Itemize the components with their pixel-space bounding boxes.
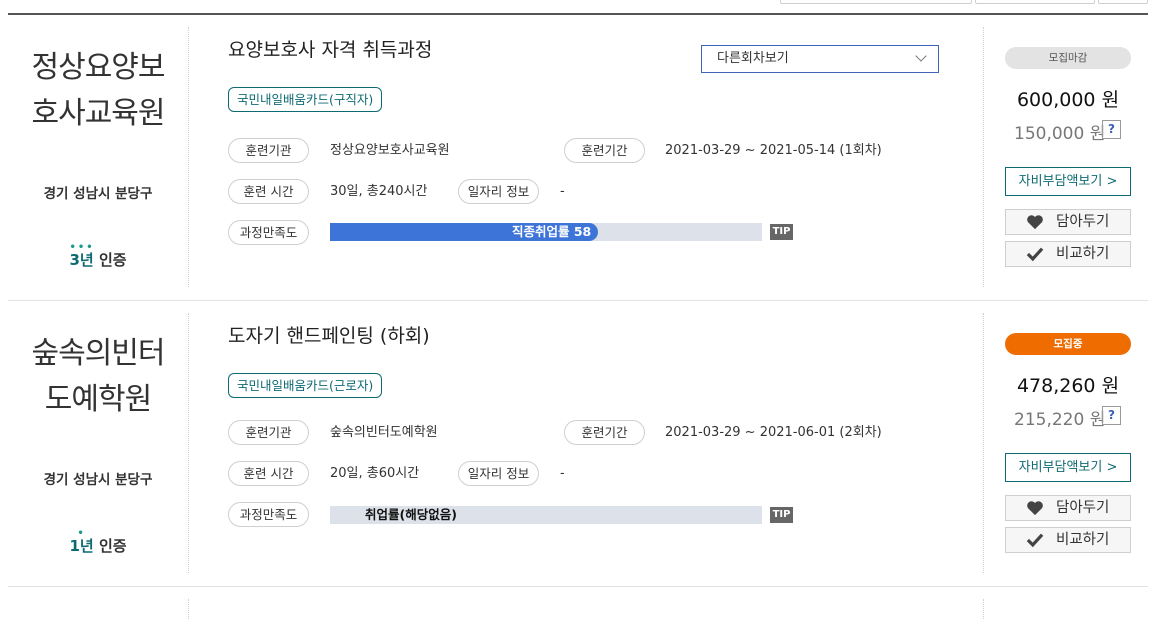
institution-name-line: 호사교육원: [31, 96, 166, 131]
satisfaction-label: 과정만족도: [228, 220, 309, 245]
training-time-label: 훈련 시간: [228, 179, 309, 204]
employment-rate-bar: 직종취업률 58: [330, 223, 762, 241]
top-control-box-2[interactable]: [975, 0, 1095, 4]
course-price: 600,000 원: [1016, 89, 1120, 111]
job-info-label[interactable]: 일자리 정보: [458, 179, 539, 204]
training-period-value: 2021-03-29 ~ 2021-05-14 (1회차): [665, 143, 882, 158]
chevron-down-icon: [915, 50, 927, 62]
job-info-value: -: [560, 466, 565, 481]
cert-dots-icon: •: [77, 528, 86, 539]
compare-button-label: 비교하기: [1056, 246, 1110, 262]
price-help-icon[interactable]: ?: [1102, 406, 1121, 425]
recruit-status-badge: 모집마감: [1005, 47, 1131, 69]
cert-dots-icon: •••: [69, 242, 95, 253]
top-control-box-3[interactable]: [1098, 0, 1148, 4]
institution-name-line: 도예학원: [44, 382, 152, 417]
course-side: 모집중 478,260 원 215,220 원 ? 자비부담액보기 > 담아두기…: [983, 313, 1149, 573]
cert-label: 인증: [98, 251, 127, 269]
course-price: 478,260 원: [1016, 375, 1120, 397]
institution-column: 숲속의빈터 도예학원 경기 성남시 분당구 • 1년 인증: [8, 313, 189, 573]
certification-badge: ••• 3년 인증: [8, 243, 188, 270]
course-side: [983, 599, 1149, 619]
training-period-label: 훈련기간: [564, 138, 645, 163]
training-time-value: 20일, 총60시간: [330, 466, 420, 481]
institution-region: 경기 성남시 분당구: [43, 472, 153, 488]
compare-button[interactable]: 비교하기: [1005, 527, 1131, 553]
compare-button-label: 비교하기: [1056, 532, 1110, 548]
course-card: 숲속의빈터 도예학원 경기 성남시 분당구 • 1년 인증 도자기 핸드페인팅 (…: [8, 301, 1148, 587]
training-period-label: 훈련기간: [564, 420, 645, 445]
course-card: 정상요양보 호사교육원 경기 성남시 분당구 ••• 3년 인증 요양보호사 자격…: [8, 15, 1148, 301]
compare-button[interactable]: 비교하기: [1005, 241, 1131, 267]
course-title[interactable]: 도자기 핸드페인팅 (하회): [228, 321, 430, 348]
course-main: 도자기 핸드페인팅 (하회) 국민내일배움카드(근로자) 훈련기관 숲속의빈터도…: [188, 301, 983, 587]
employment-rate-bar: 취업률(해당없음): [330, 506, 762, 524]
institution-region: 경기 성남시 분당구: [43, 186, 153, 202]
training-org-value: 숲속의빈터도예학원: [330, 425, 438, 440]
check-icon: [1026, 247, 1044, 262]
heart-icon: [1027, 501, 1043, 516]
cert-years: 1년: [69, 537, 94, 555]
employment-rate-text: 취업률(해당없음): [365, 507, 457, 522]
course-main: 요양보호사 자격 취득과정 다른회차보기 국민내일배움카드(구직자) 훈련기관 …: [188, 15, 983, 301]
recruit-status-badge: 모집중: [1005, 333, 1131, 355]
self-pay-price: 215,220 원: [1014, 410, 1106, 430]
institution-name-line: 정상요양보: [31, 50, 166, 85]
check-icon: [1026, 533, 1044, 548]
employment-rate-text: 직종취업률 58: [512, 224, 592, 239]
price-help-icon[interactable]: ?: [1102, 120, 1121, 139]
training-time-label: 훈련 시간: [228, 461, 309, 486]
institution-column: [8, 599, 189, 619]
save-button-label: 담아두기: [1056, 500, 1110, 516]
view-self-pay-button[interactable]: 자비부담액보기 >: [1005, 453, 1131, 482]
card-type-tag: 국민내일배움카드(근로자): [228, 373, 383, 398]
cert-years: 3년: [69, 251, 94, 269]
view-self-pay-button[interactable]: 자비부담액보기 >: [1005, 167, 1131, 196]
cert-label: 인증: [98, 537, 127, 555]
job-info-value: -: [560, 184, 565, 199]
course-side: 모집마감 600,000 원 150,000 원 ? 자비부담액보기 > 담아두…: [983, 27, 1149, 287]
institution-name[interactable]: 숲속의빈터 도예학원: [18, 331, 178, 423]
heart-icon: [1027, 215, 1043, 230]
training-time-value: 30일, 총240시간: [330, 184, 428, 199]
dropdown-label: 다른회차보기: [717, 51, 789, 66]
training-org-value: 정상요양보호사교육원: [330, 143, 450, 158]
other-sessions-dropdown[interactable]: 다른회차보기: [701, 45, 939, 73]
save-button[interactable]: 담아두기: [1005, 209, 1131, 235]
tip-badge[interactable]: TIP: [770, 507, 793, 523]
institution-column: 정상요양보 호사교육원 경기 성남시 분당구 ••• 3년 인증: [8, 27, 189, 287]
save-button[interactable]: 담아두기: [1005, 495, 1131, 521]
top-control-box-1[interactable]: [780, 0, 972, 4]
card-type-tag: 국민내일배움카드(구직자): [228, 87, 383, 112]
certification-badge: • 1년 인증: [8, 529, 188, 556]
institution-name-line: 숲속의빈터: [31, 336, 166, 371]
institution-name[interactable]: 정상요양보 호사교육원: [18, 45, 178, 137]
tip-badge[interactable]: TIP: [770, 224, 793, 240]
training-org-label: 훈련기관: [228, 420, 309, 445]
self-pay-price: 150,000 원: [1014, 124, 1106, 144]
job-info-label[interactable]: 일자리 정보: [458, 461, 539, 486]
top-controls: [0, 0, 1163, 6]
training-period-value: 2021-03-29 ~ 2021-06-01 (2회차): [665, 425, 882, 440]
save-button-label: 담아두기: [1056, 214, 1110, 230]
course-card: [8, 587, 1148, 619]
training-org-label: 훈련기관: [228, 138, 309, 163]
course-title[interactable]: 요양보호사 자격 취득과정: [228, 35, 432, 62]
satisfaction-label: 과정만족도: [228, 502, 309, 527]
